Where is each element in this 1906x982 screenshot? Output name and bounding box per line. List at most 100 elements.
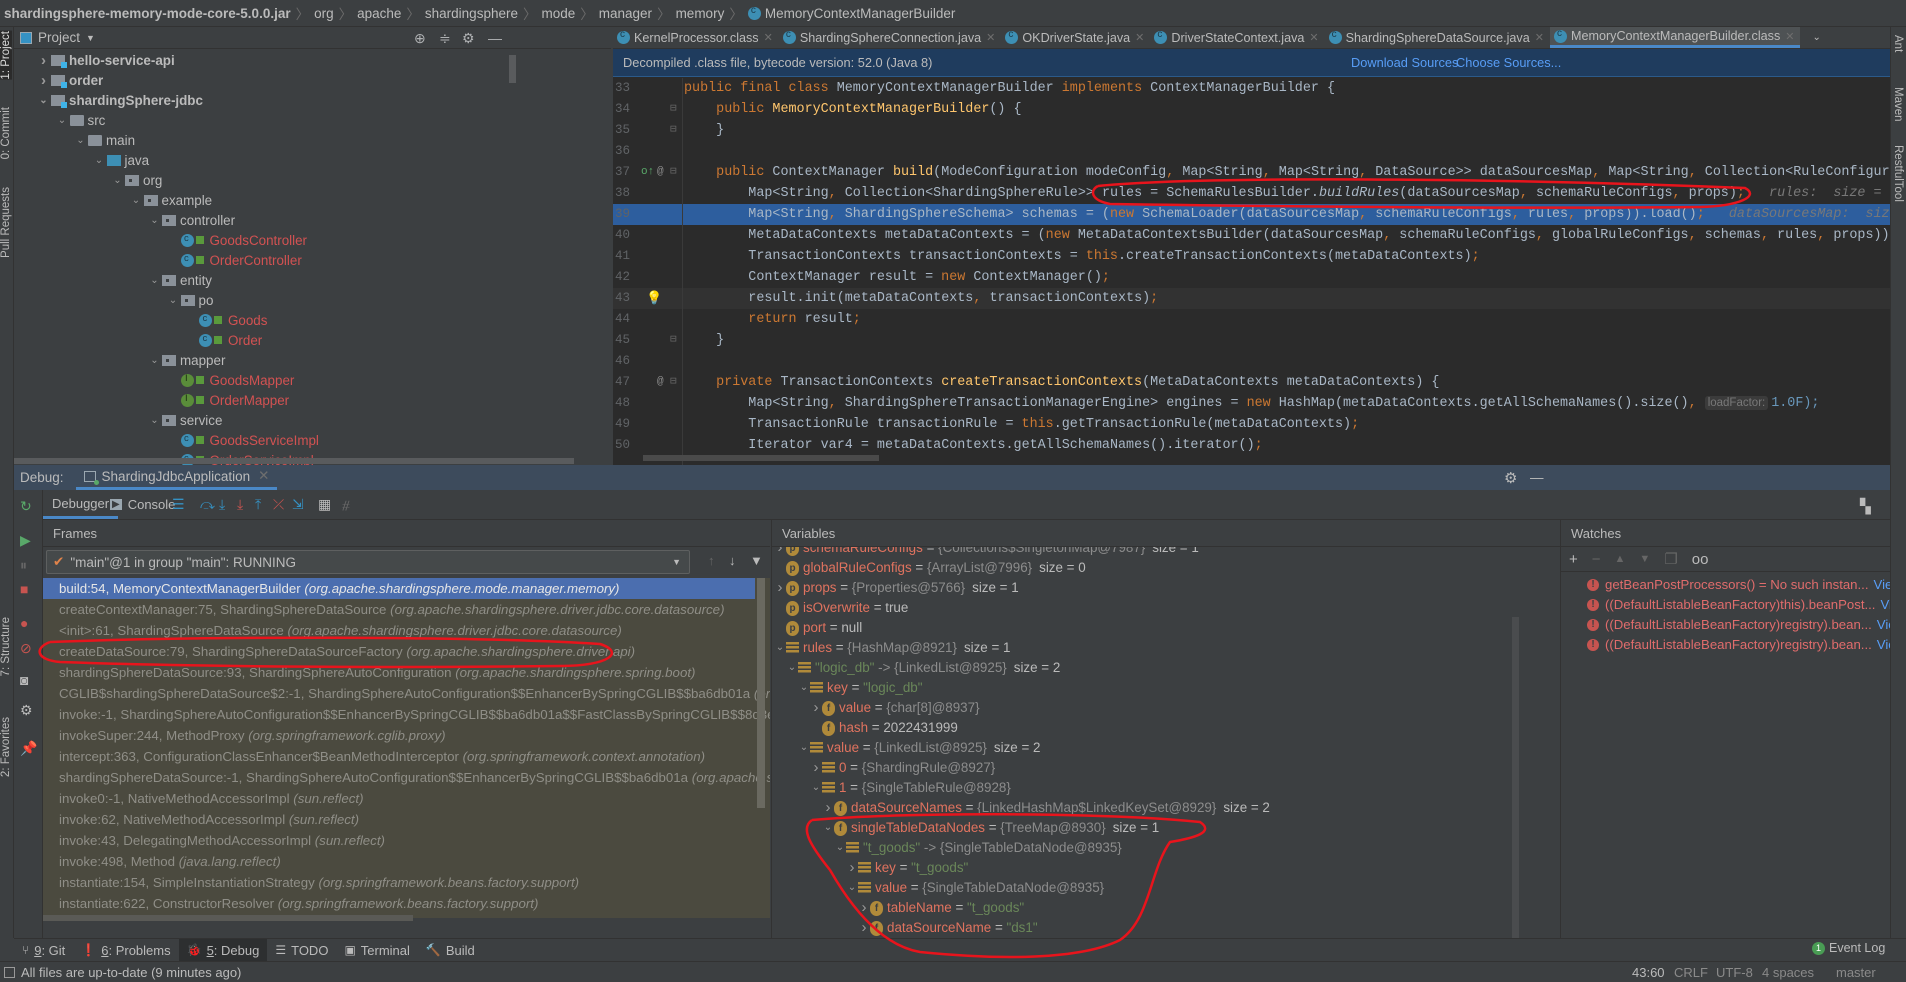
line-number[interactable]: 36 [615, 141, 635, 162]
tab-debugger[interactable]: Debugger [43, 490, 119, 519]
chevron-right-icon[interactable]: › [774, 578, 786, 598]
tree-item[interactable]: ⌄ entity [147, 270, 212, 290]
code-line[interactable]: 48 Map<String, ShardingSphereTransaction… [613, 393, 1890, 414]
line-number[interactable]: 50 [615, 435, 635, 456]
minimize-icon[interactable]: — [1530, 470, 1544, 485]
tab-driverstatecontext-java[interactable]: DriverStateContext.java ✕ [1150, 27, 1324, 48]
stack-frame[interactable]: createDataSource:79, ShardingSphereDataS… [43, 641, 755, 662]
gear-icon[interactable]: ⚙ [20, 702, 33, 719]
move-down-icon[interactable]: ▼ [1639, 553, 1650, 565]
debug-session-tab[interactable]: ShardingJdbcApplication ✕ [75, 465, 278, 490]
tab-okdriverstate-java[interactable]: OKDriverState.java ✕ [1001, 27, 1150, 48]
code-line[interactable]: 47 private TransactionContexts createTra… [613, 372, 1890, 393]
resume-icon[interactable]: ▶ [20, 532, 31, 549]
line-number[interactable]: 38 [615, 183, 635, 204]
tree-item[interactable]: OrderMapper [166, 390, 289, 410]
line-number[interactable]: 40 [615, 225, 635, 246]
tool-tab-problems[interactable]: ❗ 6: Problems [73, 939, 178, 962]
previous-frame-icon[interactable]: ↑ [708, 553, 715, 568]
remove-watch-icon[interactable]: − [1592, 551, 1601, 568]
line-number[interactable]: 48 [615, 393, 635, 414]
breadcrumb-item[interactable]: shardingsphere-memory-mode-core-5.0.0.ja… [4, 6, 291, 21]
copy-icon[interactable]: ❐ [1664, 550, 1677, 568]
evaluate-expression-icon[interactable]: ▦ [318, 496, 331, 513]
variable-node[interactable]: › f value = {char[8]@8937} [810, 698, 980, 718]
chevron-right-icon[interactable]: › [858, 918, 870, 938]
tool-window-restfultool[interactable]: RestfulTool [1892, 145, 1904, 202]
chevron-down-icon[interactable]: ⌄ [834, 838, 846, 858]
tool-window-0-commit[interactable]: 0: Commit [0, 107, 12, 159]
code-line[interactable]: 45 } ⊟ [613, 330, 1890, 351]
chevron-down-icon[interactable]: ⌄ [786, 658, 798, 678]
tool-window-1-project[interactable]: 1: Project [0, 31, 12, 80]
code-line[interactable]: 46 [613, 351, 1890, 372]
chevron-right-icon[interactable]: › [858, 898, 870, 918]
file-encoding[interactable]: UTF-8 [1716, 965, 1753, 980]
watch-item[interactable]: ! getBeanPostProcessors() = No such insta… [1587, 575, 1890, 595]
minimize-icon[interactable]: — [488, 30, 502, 46]
force-step-into-icon[interactable]: ⤓ [237, 496, 243, 513]
variable-node[interactable]: › f dataSourceName = "ds1" [858, 918, 1038, 938]
chevron-down-icon[interactable]: ▼ [86, 33, 95, 43]
tree-item[interactable]: ⌄ org [110, 170, 162, 190]
tool-window-7-structure[interactable]: 7: Structure [0, 617, 12, 676]
close-icon[interactable]: ✕ [986, 31, 995, 44]
variable-node[interactable]: p isOverwrite = true [774, 598, 908, 618]
line-number[interactable]: 33 [615, 78, 635, 99]
restore-layout-icon[interactable]: ▚ [1860, 498, 1871, 515]
stack-frame[interactable]: build:54, MemoryContextManagerBuilder (o… [43, 578, 755, 599]
tab-shardingsphereconnection-java[interactable]: ShardingSphereConnection.java ✕ [779, 27, 1002, 48]
watch-item[interactable]: ! ((DefaultListableBeanFactory)registry).… [1587, 635, 1890, 655]
implements-icon[interactable]: o↑ [641, 162, 654, 183]
step-out-icon[interactable]: ⤒ [255, 496, 261, 513]
fold-icon[interactable]: ⊟ [670, 372, 677, 393]
tree-item[interactable]: GoodsServiceImpl [166, 430, 319, 450]
view-breakpoints-icon[interactable]: ● [20, 615, 28, 631]
chevron-right-icon[interactable]: › [36, 52, 51, 69]
chevron-down-icon[interactable]: ⌄ [798, 678, 810, 698]
line-number[interactable]: 44 [615, 309, 635, 330]
code-line[interactable]: 39 Map<String, ShardingSphereSchema> sch… [613, 204, 1890, 225]
stack-frame[interactable]: invoke:43, DelegatingMethodAccessorImpl … [43, 830, 755, 851]
breadcrumb-item[interactable]: MemoryContextManagerBuilder [765, 6, 956, 21]
fold-icon[interactable]: ⊟ [670, 120, 677, 141]
chevron-down-icon[interactable]: ⌄ [92, 155, 107, 166]
event-log-button[interactable]: 1 Event Log [1812, 941, 1885, 955]
chevron-down-icon[interactable]: ⌄ [166, 295, 181, 306]
tree-item[interactable]: ⌄ example [129, 190, 212, 210]
stack-frame[interactable]: CGLIB$shardingSphereDataSource$2:-1, Sha… [43, 683, 770, 704]
line-number[interactable]: 35 [615, 120, 635, 141]
step-over-icon[interactable]: ⤼ [200, 496, 215, 513]
tool-tab-terminal[interactable]: ▣ Terminal [336, 939, 417, 962]
chevron-down-icon[interactable]: ⌄ [55, 115, 70, 126]
caret-position[interactable]: 43:60 [1632, 965, 1665, 980]
editor-horizontal-scrollbar[interactable] [643, 455, 879, 461]
code-line[interactable]: 41 TransactionContexts transactionContex… [613, 246, 1890, 267]
variable-node[interactable]: f hash = 2022431999 [810, 718, 958, 738]
code-line[interactable]: 37 public ContextManager build(ModeConfi… [613, 162, 1890, 183]
tool-window-pull-requests[interactable]: Pull Requests [0, 187, 12, 258]
close-icon[interactable]: ✕ [1535, 31, 1544, 44]
breadcrumb-item[interactable]: mode [541, 6, 575, 21]
chevron-down-icon[interactable]: ⌄ [774, 638, 786, 658]
stack-frame[interactable]: shardingSphereDataSource:93, ShardingSph… [43, 662, 755, 683]
variable-node[interactable]: › p schemaRuleConfigs = {Collections$Singl… [774, 547, 1199, 558]
rerun-icon[interactable]: ↻ [20, 498, 32, 515]
view-link[interactable]: View [1874, 575, 1890, 595]
code-line[interactable]: 36 [613, 141, 1890, 162]
tree-item[interactable]: ⌄ java [92, 150, 149, 170]
tool-window-maven[interactable]: Maven [1892, 87, 1904, 122]
variable-node[interactable]: › f dataSourceNames = {LinkedHashMap$Linke… [822, 798, 1270, 818]
code-line[interactable]: 42 ContextManager result = new ContextMa… [613, 267, 1890, 288]
stack-frame[interactable]: intercept:363, ConfigurationClassEnhance… [43, 746, 755, 767]
code-line[interactable]: 43 result.init(metaDataContexts, transac… [613, 288, 1890, 309]
tree-item[interactable]: ⌄ shardingSphere-jdbc [36, 90, 203, 110]
tab-shardingspheredatasource-java[interactable]: ShardingSphereDataSource.java ✕ [1325, 27, 1550, 48]
variable-node[interactable]: ⌄ rules = {HashMap@8921} size = 1 [774, 638, 1011, 658]
chevron-down-icon[interactable]: ⌄ [147, 215, 162, 226]
chevron-down-icon[interactable]: ⌄ [36, 95, 51, 106]
line-number[interactable]: 49 [615, 414, 635, 435]
close-icon[interactable]: ✕ [1135, 31, 1144, 44]
tool-tab-todo[interactable]: ☰ TODO [267, 939, 336, 962]
stop-icon[interactable]: ■ [20, 581, 28, 597]
